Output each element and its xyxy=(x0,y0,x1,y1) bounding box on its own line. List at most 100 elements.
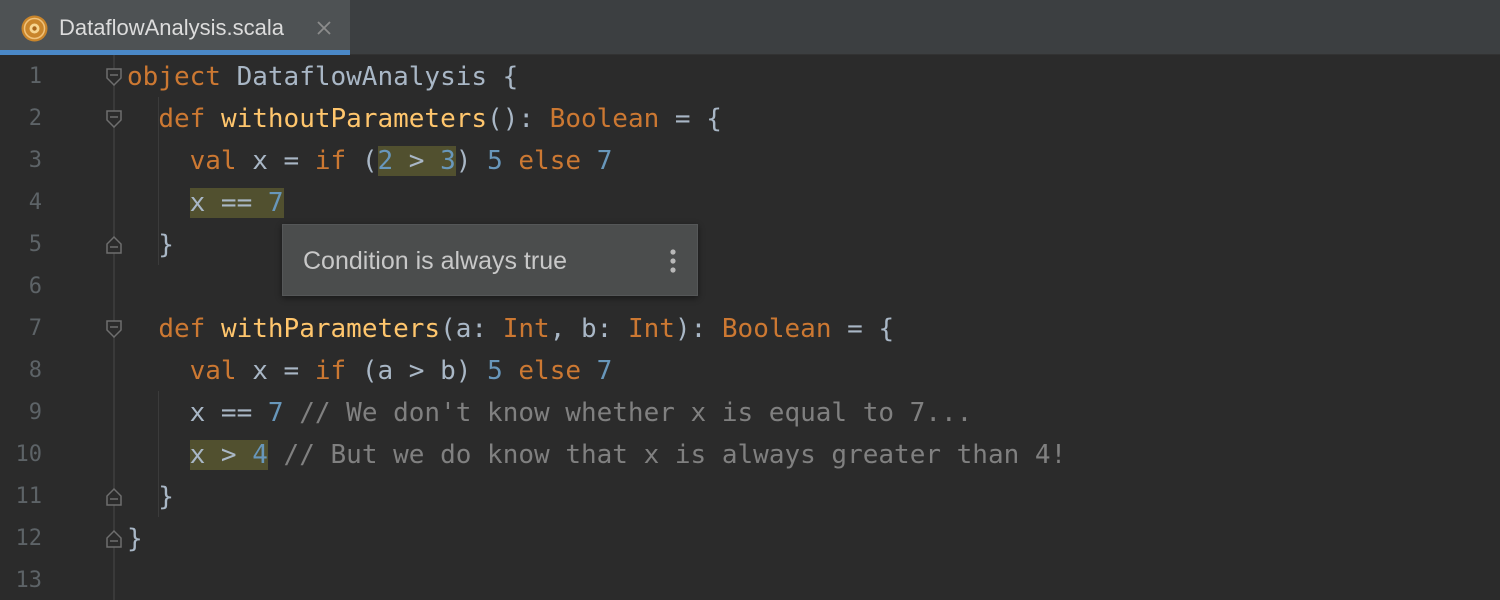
code-token: if xyxy=(314,146,347,176)
code-token: ( xyxy=(346,146,378,176)
highlighted-token: 4 xyxy=(252,440,268,470)
code-token: DataflowAnalysis { xyxy=(220,62,519,92)
code-token: } xyxy=(127,482,174,512)
code-line[interactable]: 5 } xyxy=(0,224,1500,266)
code-line[interactable]: 11 } xyxy=(0,476,1500,518)
code-text: x > 4 // But we do know that x is always… xyxy=(127,434,1066,476)
highlighted-token: > xyxy=(393,146,441,176)
code-text: def withoutParameters(): Boolean = { xyxy=(127,98,722,140)
line-number: 3 xyxy=(28,148,42,173)
code-token: def xyxy=(158,104,206,134)
highlighted-token: 2 xyxy=(377,146,394,176)
fold-collapse-icon[interactable] xyxy=(104,109,124,129)
code-token: Boolean xyxy=(549,104,660,134)
line-number: 1 xyxy=(28,64,42,89)
code-token: } xyxy=(127,524,143,554)
code-text: def withParameters(a: Int, b: Int): Bool… xyxy=(127,308,894,350)
code-token: Int xyxy=(502,314,550,344)
code-token: 5 xyxy=(487,146,503,176)
code-token: object xyxy=(127,62,221,92)
code-token: def xyxy=(158,314,206,344)
code-line[interactable]: 4 x == 7 xyxy=(0,182,1500,224)
tab-filename: DataflowAnalysis.scala xyxy=(59,15,284,40)
code-line[interactable]: 7 def withParameters(a: Int, b: Int): Bo… xyxy=(0,308,1500,350)
code-token: ): xyxy=(674,314,722,344)
highlighted-token: 7 xyxy=(267,188,284,218)
code-line[interactable]: 9 x == 7 // We don't know whether x is e… xyxy=(0,392,1500,434)
code-token: 7 xyxy=(596,356,613,386)
code-token: if xyxy=(314,356,347,386)
code-token: val xyxy=(189,146,237,176)
editor-tab-bar: DataflowAnalysis.scala xyxy=(0,0,1500,55)
code-line[interactable]: 2 def withoutParameters(): Boolean = { xyxy=(0,98,1500,140)
code-token: } xyxy=(127,230,174,260)
fold-end-icon[interactable] xyxy=(104,487,124,507)
code-token: x = xyxy=(236,146,315,176)
code-token: withoutParameters xyxy=(220,104,488,134)
code-text: x == 7 xyxy=(127,182,284,224)
line-number: 10 xyxy=(15,442,43,467)
code-token: 7 xyxy=(267,398,284,428)
line-number: 9 xyxy=(28,400,42,425)
code-token: ) xyxy=(455,146,488,176)
code-token: 7 xyxy=(596,146,613,176)
code-token: val xyxy=(189,356,237,386)
code-text: } xyxy=(127,224,174,266)
code-line[interactable]: 12} xyxy=(0,518,1500,560)
code-token: Int xyxy=(627,314,675,344)
code-token: else xyxy=(518,356,582,386)
code-text: object DataflowAnalysis { xyxy=(127,56,518,98)
fold-collapse-icon[interactable] xyxy=(104,319,124,339)
line-number: 11 xyxy=(15,484,43,509)
highlighted-token: 3 xyxy=(440,146,456,176)
code-token: Boolean xyxy=(721,314,832,344)
tab-dataflow-analysis[interactable]: DataflowAnalysis.scala xyxy=(0,0,350,55)
code-line[interactable]: 3 val x = if (2 > 3) 5 else 7 xyxy=(0,140,1500,182)
code-token: 5 xyxy=(487,356,503,386)
line-number: 2 xyxy=(28,106,42,131)
code-token: (): xyxy=(487,104,550,134)
code-token: = { xyxy=(831,314,895,344)
code-line[interactable]: 1 object DataflowAnalysis { xyxy=(0,56,1500,98)
code-text: val x = if (a > b) 5 else 7 xyxy=(127,350,613,392)
highlighted-token: x == xyxy=(189,188,268,218)
close-icon[interactable] xyxy=(313,17,335,39)
code-token: , b: xyxy=(549,314,628,344)
fold-end-icon[interactable] xyxy=(104,235,124,255)
editor-window: DataflowAnalysis.scala 1 object DataflowA… xyxy=(0,0,1500,600)
code-line[interactable]: 10 x > 4 // But we do know that x is alw… xyxy=(0,434,1500,476)
code-text: } xyxy=(127,518,143,560)
code-line[interactable]: 6 xyxy=(0,266,1500,308)
line-number: 8 xyxy=(28,358,42,383)
code-token: x = xyxy=(236,356,315,386)
fold-collapse-icon[interactable] xyxy=(104,67,124,87)
code-token: else xyxy=(518,146,582,176)
fold-end-icon[interactable] xyxy=(104,529,124,549)
code-text: } xyxy=(127,476,174,518)
line-number: 12 xyxy=(15,526,43,551)
line-number: 13 xyxy=(15,568,43,593)
highlighted-token: x > xyxy=(189,440,253,470)
line-number: 6 xyxy=(28,274,42,299)
code-line[interactable]: 13 xyxy=(0,560,1500,600)
code-line[interactable]: 8 val x = if (a > b) 5 else 7 xyxy=(0,350,1500,392)
more-vertical-icon[interactable] xyxy=(667,247,679,275)
line-number: 5 xyxy=(28,232,42,257)
code-editor[interactable]: 1 object DataflowAnalysis {2 def withoutP… xyxy=(0,55,1500,600)
code-token: // We don't know whether x is equal to 7… xyxy=(283,398,973,428)
code-token: (a > b) xyxy=(346,356,488,386)
tooltip-message: Condition is always true xyxy=(303,247,568,275)
scala-file-icon xyxy=(21,15,48,42)
